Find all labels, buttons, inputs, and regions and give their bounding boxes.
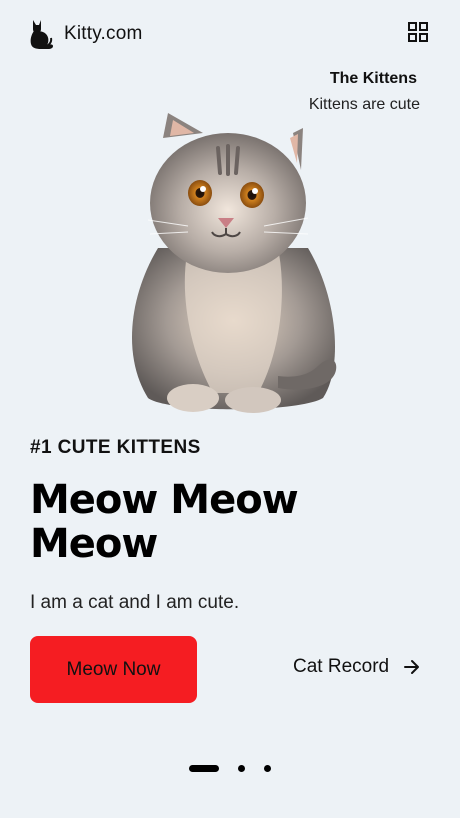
meow-now-button[interactable]: Meow Now bbox=[30, 636, 197, 703]
grid-icon[interactable] bbox=[408, 22, 428, 42]
headline: Meow Meow Meow bbox=[30, 477, 299, 567]
page-indicator-1[interactable] bbox=[189, 765, 219, 772]
kitten-photo bbox=[131, 113, 337, 413]
cat-record-label: Cat Record bbox=[293, 656, 390, 677]
cat-silhouette-icon bbox=[30, 20, 53, 49]
kicker-text: #1 CUTE KITTENS bbox=[30, 437, 201, 458]
brand-name: Kitty.com bbox=[64, 23, 143, 44]
cat-record-link[interactable]: Cat Record bbox=[293, 656, 421, 678]
arrow-right-icon bbox=[404, 660, 420, 674]
header: Kitty.com bbox=[0, 0, 460, 70]
page-indicator-2[interactable] bbox=[238, 765, 245, 772]
carousel-pagination bbox=[189, 765, 271, 772]
description: I am a cat and I am cute. bbox=[30, 592, 240, 613]
brand-link[interactable]: Kitty.com bbox=[28, 18, 143, 50]
page-indicator-3[interactable] bbox=[264, 765, 271, 772]
hero-title: The Kittens bbox=[329, 70, 417, 87]
